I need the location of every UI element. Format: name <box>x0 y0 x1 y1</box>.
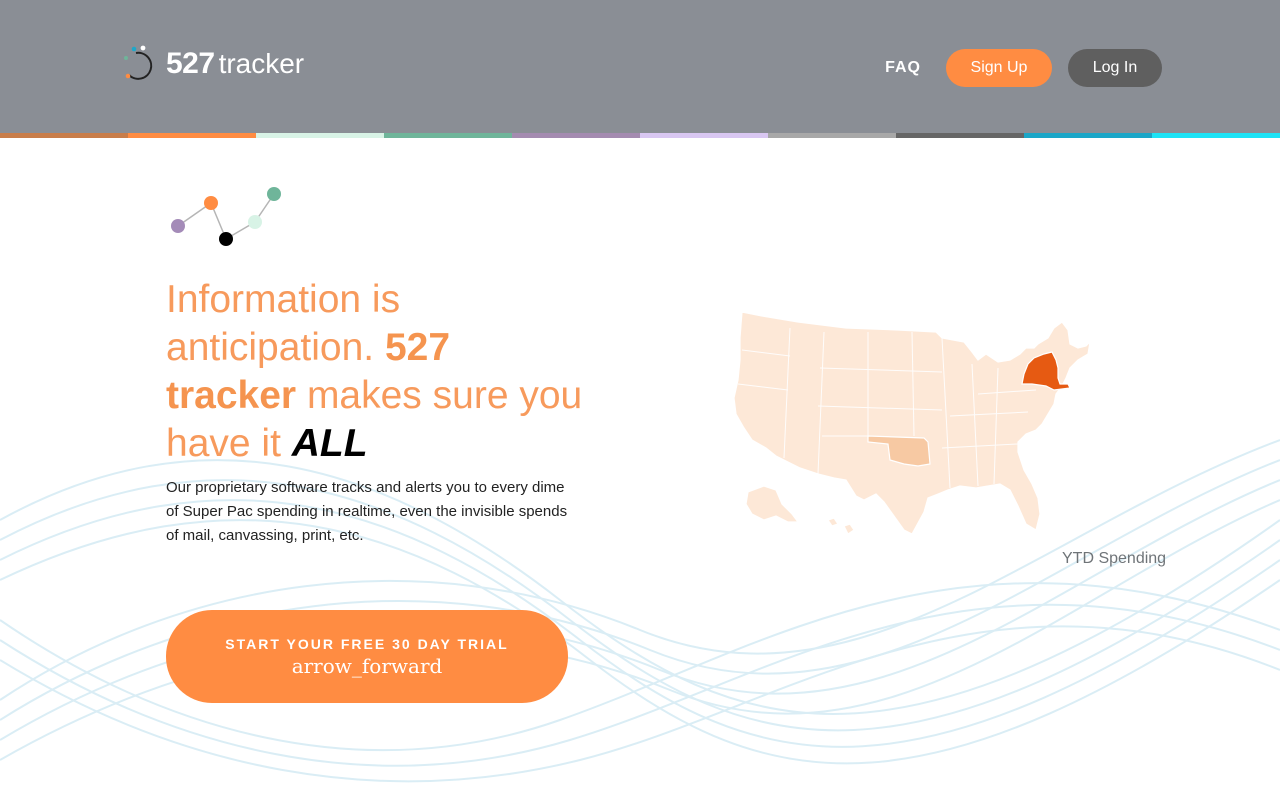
stripe-segment <box>384 133 512 138</box>
faq-link[interactable]: FAQ <box>885 59 921 77</box>
stripe-segment <box>1024 133 1152 138</box>
logo[interactable]: 527 tracker <box>122 44 304 84</box>
hero-headline: Information is anticipation. 527 tracker… <box>166 276 586 468</box>
cta-label: START YOUR FREE 30 DAY TRIAL <box>225 635 509 652</box>
logo-word: tracker <box>218 48 305 79</box>
map-alaska <box>745 485 800 523</box>
logo-ring-icon <box>124 45 153 80</box>
headline-text: Information is anticipation. <box>166 278 401 369</box>
logo-number: 527 <box>166 47 215 80</box>
stripe-segment <box>1152 133 1280 138</box>
stripe-segment <box>768 133 896 138</box>
network-dots-icon <box>171 187 281 246</box>
stripe-segment <box>640 133 768 138</box>
main-nav: FAQ Sign Up Log In <box>885 49 1162 87</box>
hero-description: Our proprietary software tracks and aler… <box>166 479 568 544</box>
stripe-segment <box>512 133 640 138</box>
us-map-icon <box>733 311 1091 535</box>
headline-emphasis: ALL <box>291 422 368 465</box>
map-caption: YTD Spending <box>1062 550 1167 567</box>
color-stripe <box>0 133 1280 138</box>
arrow-forward-icon: arrow_forward <box>291 653 443 678</box>
stripe-segment <box>128 133 256 138</box>
start-trial-button[interactable]: START YOUR FREE 30 DAY TRIAL arrow_forwa… <box>166 610 568 703</box>
site-header: 527 tracker FAQ Sign Up Log In <box>0 0 1280 133</box>
stripe-segment <box>0 133 128 138</box>
signup-button[interactable]: Sign Up <box>946 49 1052 87</box>
login-button[interactable]: Log In <box>1068 49 1162 87</box>
map-hawaii <box>827 517 855 535</box>
stripe-segment <box>256 133 384 138</box>
stripe-segment <box>896 133 1024 138</box>
